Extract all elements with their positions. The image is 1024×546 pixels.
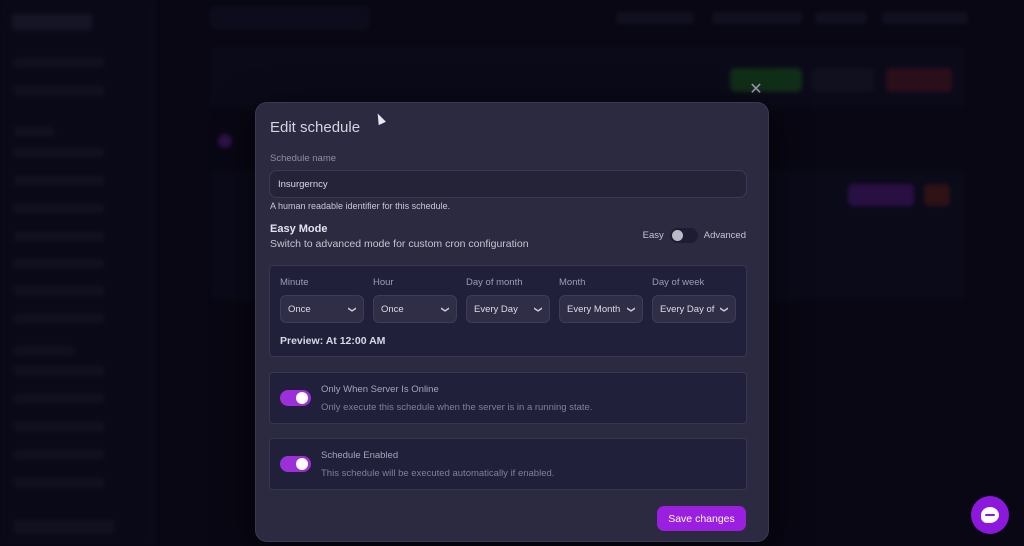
chevron-down-icon: ❯ — [441, 305, 451, 313]
cron-preview: Preview: At 12:00 AM — [280, 335, 386, 347]
chevron-down-icon: ❯ — [627, 305, 637, 313]
mode-subtitle: Switch to advanced mode for custom cron … — [270, 238, 529, 250]
schedule-name-hint: A human readable identifier for this sch… — [270, 201, 451, 211]
mode-switch[interactable] — [669, 228, 698, 243]
modal-title: Edit schedule — [270, 119, 361, 136]
day-of-week-value: Every Day of — [660, 303, 715, 315]
save-changes-button[interactable]: Save changes — [657, 506, 746, 531]
day-of-month-column: Day of month Every Day ❯ — [466, 277, 550, 323]
chat-icon — [981, 507, 999, 523]
month-label: Month — [559, 277, 586, 288]
minute-label: Minute — [280, 277, 309, 288]
minute-select[interactable]: Once ❯ — [280, 295, 364, 323]
mode-title: Easy Mode — [270, 223, 328, 235]
switch-knob — [671, 230, 683, 241]
month-value: Every Month — [567, 303, 621, 315]
online-only-title: Only When Server Is Online — [321, 384, 439, 395]
hour-value: Once — [381, 303, 404, 315]
mode-advanced-label: Advanced — [703, 230, 746, 241]
chat-button[interactable] — [971, 496, 1009, 534]
schedule-enabled-option: Schedule Enabled This schedule will be e… — [269, 438, 747, 490]
day-of-month-select[interactable]: Every Day ❯ — [466, 295, 550, 323]
close-icon[interactable]: ✕ — [748, 82, 764, 98]
month-select[interactable]: Every Month ❯ — [559, 295, 643, 323]
hour-label: Hour — [373, 277, 394, 288]
day-of-month-value: Every Day — [474, 303, 518, 315]
day-of-week-column: Day of week Every Day of ❯ — [652, 277, 736, 323]
schedule-enabled-switch[interactable] — [280, 456, 311, 472]
schedule-enabled-desc: This schedule will be executed automatic… — [321, 468, 555, 479]
day-of-week-label: Day of week — [652, 277, 705, 288]
online-only-option: Only When Server Is Online Only execute … — [269, 372, 747, 424]
cron-config-box: Minute Once ❯ Hour Once ❯ Day of month E… — [269, 265, 747, 357]
minute-value: Once — [288, 303, 311, 315]
minute-column: Minute Once ❯ — [280, 277, 364, 323]
online-only-switch[interactable] — [280, 390, 311, 406]
online-only-desc: Only execute this schedule when the serv… — [321, 402, 593, 413]
month-column: Month Every Month ❯ — [559, 277, 643, 323]
schedule-enabled-title: Schedule Enabled — [321, 450, 399, 461]
switch-knob — [296, 458, 308, 470]
schedule-name-label: Schedule name — [270, 153, 337, 164]
day-of-month-label: Day of month — [466, 277, 523, 288]
chevron-down-icon: ❯ — [348, 305, 358, 313]
edit-schedule-modal: Edit schedule Schedule name A human read… — [255, 102, 769, 542]
hour-select[interactable]: Once ❯ — [373, 295, 457, 323]
switch-knob — [296, 392, 308, 404]
hour-column: Hour Once ❯ — [373, 277, 457, 323]
day-of-week-select[interactable]: Every Day of ❯ — [652, 295, 736, 323]
schedule-name-input[interactable] — [269, 170, 747, 198]
mode-easy-label: Easy — [642, 230, 664, 241]
chevron-down-icon: ❯ — [720, 305, 730, 313]
chevron-down-icon: ❯ — [534, 305, 544, 313]
mode-toggle-group: Easy Advanced — [643, 228, 746, 243]
